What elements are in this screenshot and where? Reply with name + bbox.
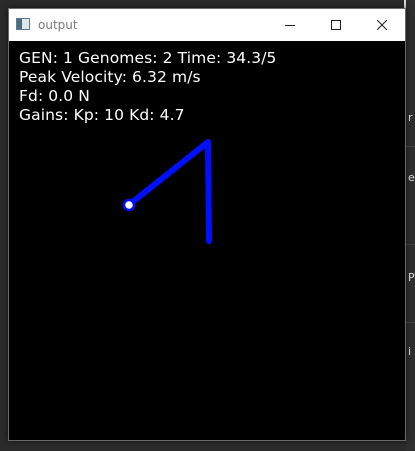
app-window-icon <box>16 18 30 30</box>
background-text-fragment: r <box>408 111 413 124</box>
pendulum-scene <box>122 139 212 244</box>
close-icon <box>377 20 387 30</box>
background-text-fragment: P <box>408 271 415 284</box>
title-bar[interactable]: output <box>9 9 405 41</box>
background-app-panel <box>406 0 415 451</box>
window-title: output <box>38 18 78 32</box>
minimize-icon <box>285 25 295 26</box>
background-divider <box>406 244 415 245</box>
background-divider <box>406 322 415 323</box>
upper-arm-segment <box>127 139 211 207</box>
background-text-fragment: i <box>408 345 412 358</box>
maximize-icon <box>331 20 341 30</box>
background-divider <box>406 146 415 147</box>
output-window[interactable]: output GEN: 1 Genomes: 2 Time: 34.3/5 Pe… <box>8 8 406 441</box>
maximize-button[interactable] <box>313 9 359 41</box>
simulation-canvas[interactable]: GEN: 1 Genomes: 2 Time: 34.3/5 Peak Velo… <box>9 41 405 440</box>
pivot-joint <box>122 198 136 212</box>
minimize-button[interactable] <box>267 9 313 41</box>
lower-arm-segment <box>205 139 212 244</box>
desktop: r e P i output GEN: 1 Genomes: 2 Time: 3… <box>0 0 415 451</box>
close-button[interactable] <box>359 9 405 41</box>
background-text-fragment: e <box>408 171 415 184</box>
